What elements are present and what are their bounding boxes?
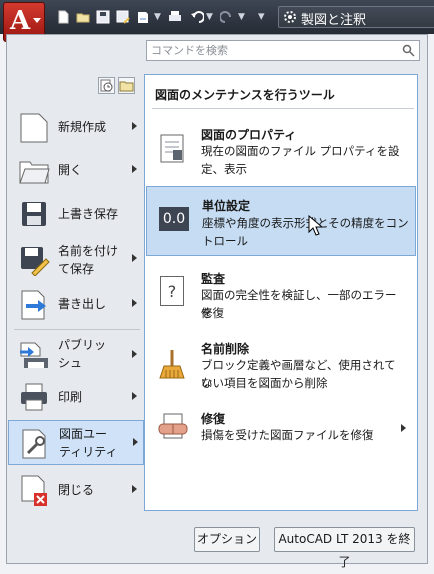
menu-entry-purge[interactable]: 名前削除 ブロック定義や画層など、使用されてい ない項目を図面から削除: [146, 334, 416, 396]
options-button[interactable]: オプション: [194, 527, 260, 552]
menu-item-label: 印刷: [58, 390, 83, 404]
chevron-right-icon: [132, 485, 137, 493]
recent-documents-icon: [100, 79, 113, 92]
menu-item-label-line2: ティリティ: [59, 445, 118, 459]
menu-item-label-line1: 図面ユー: [59, 427, 108, 441]
entry-description-line2: 修復: [201, 306, 224, 320]
menu-item-label: 閉じる: [58, 483, 95, 497]
menu-item-open[interactable]: 開く: [8, 148, 144, 193]
drawing-properties-icon: [160, 134, 184, 163]
redo-dropdown-icon[interactable]: ▼: [238, 12, 245, 22]
exit-autocad-button[interactable]: AutoCAD LT 2013 を終了: [274, 527, 415, 569]
chevron-down-icon: [33, 18, 41, 23]
qat-save-icon[interactable]: [96, 10, 110, 24]
menu-item-print[interactable]: 印刷: [8, 375, 144, 420]
menu-entry-drawing-properties[interactable]: 図面のプロパティ 現在の図面のファイル プロパティを設 定、表示: [146, 118, 416, 180]
save-as-icon: [21, 247, 50, 276]
qat-save-as-icon[interactable]: [116, 10, 130, 24]
qat-print-icon[interactable]: [168, 10, 182, 24]
entry-description-line1: 損傷を受けた図面ファイルを修復: [201, 428, 374, 442]
entry-title: 名前削除: [201, 342, 250, 356]
recent-documents-button[interactable]: [98, 77, 115, 94]
menu-item-drawing-utilities[interactable]: 図面ユー ティリティ: [8, 420, 144, 465]
gear-icon: [284, 11, 296, 23]
chevron-right-icon: [132, 165, 137, 173]
entry-description-line2: ない項目を図面から削除: [201, 376, 328, 390]
menu-entry-units[interactable]: 0.0 単位設定 座標や角度の表示形式とその精度をコン トロール: [146, 186, 416, 256]
open-folder-icon: [19, 161, 50, 184]
entry-description-line1: 座標や角度の表示形式とその精度をコン: [202, 216, 409, 230]
export-icon: [21, 290, 46, 320]
chevron-right-icon: [132, 254, 137, 262]
menu-item-label-line2: シュ: [58, 356, 83, 370]
audit-icon: ?: [160, 276, 184, 306]
autocad-logo-icon: A: [10, 6, 31, 36]
qat-customize-icon[interactable]: ▾: [258, 9, 265, 24]
chevron-right-icon: [132, 392, 137, 400]
panel-title: 図面のメンテナンスを行うツール: [155, 88, 335, 102]
chevron-right-icon: [132, 122, 137, 130]
menu-item-publish[interactable]: パブリッ シュ: [8, 333, 144, 378]
qat-dropdown-icon[interactable]: ▼: [154, 12, 161, 22]
entry-description-line1: 現在の図面のファイル プロパティを設: [201, 144, 400, 158]
chevron-right-icon: [132, 350, 137, 358]
open-documents-icon: [119, 81, 134, 92]
search-icon[interactable]: [402, 44, 415, 57]
purge-icon: [159, 350, 185, 379]
entry-description-line2: 定、表示: [201, 162, 247, 176]
menu-item-label: 開く: [58, 163, 83, 177]
menu-item-save[interactable]: 上書き保存: [8, 192, 144, 237]
save-icon: [22, 202, 46, 226]
chevron-right-icon: [133, 438, 138, 446]
undo-dropdown-icon[interactable]: ▼: [206, 12, 213, 22]
menu-item-label: 上書き保存: [58, 207, 119, 221]
chevron-right-icon: [401, 424, 406, 432]
qat-undo-icon[interactable]: [190, 10, 204, 24]
recover-icon: [158, 413, 188, 439]
open-documents-button[interactable]: [118, 77, 135, 94]
entry-title: 監査: [201, 272, 226, 286]
menu-item-close[interactable]: 閉じる: [8, 468, 144, 513]
entry-title: 修復: [201, 412, 226, 426]
menu-divider: [14, 329, 140, 330]
qat-plot-icon[interactable]: [136, 10, 150, 24]
menu-item-label: 新規作成: [58, 120, 107, 134]
menu-item-export[interactable]: 書き出し: [8, 282, 144, 327]
units-icon: 0.0: [159, 207, 189, 231]
close-document-icon: [21, 475, 47, 506]
menu-item-label-line2: て保存: [58, 262, 95, 276]
new-document-icon: [20, 113, 48, 143]
qat-redo-icon[interactable]: [220, 10, 234, 24]
search-input[interactable]: [147, 41, 395, 59]
entry-title: 単位設定: [202, 199, 251, 213]
panel-divider: [152, 108, 414, 109]
menu-item-save-as[interactable]: 名前を付け て保存: [8, 237, 144, 282]
publish-icon: [20, 342, 48, 368]
entry-title: 図面のプロパティ: [201, 128, 297, 142]
command-search-box[interactable]: [146, 40, 420, 61]
chevron-right-icon: [132, 299, 137, 307]
menu-item-label-line1: パブリッ: [58, 338, 107, 352]
menu-item-new[interactable]: 新規作成: [8, 105, 144, 150]
mouse-cursor-icon: [308, 215, 324, 236]
menu-entry-audit[interactable]: ? 監査 図面の完全性を検証し、一部のエラーを 修復: [146, 262, 416, 324]
menu-item-label-line1: 名前を付け: [58, 244, 119, 258]
entry-description-line2: トロール: [202, 234, 248, 248]
drawing-utilities-icon: [22, 429, 46, 459]
qat-open-icon[interactable]: [76, 10, 90, 24]
qat-new-icon[interactable]: [56, 10, 70, 24]
print-icon: [21, 383, 47, 411]
workspace-name: 製図と注釈: [301, 13, 367, 28]
menu-item-label: 書き出し: [58, 297, 107, 311]
menu-entry-recover[interactable]: 修復 損傷を受けた図面ファイルを修復: [146, 404, 416, 454]
